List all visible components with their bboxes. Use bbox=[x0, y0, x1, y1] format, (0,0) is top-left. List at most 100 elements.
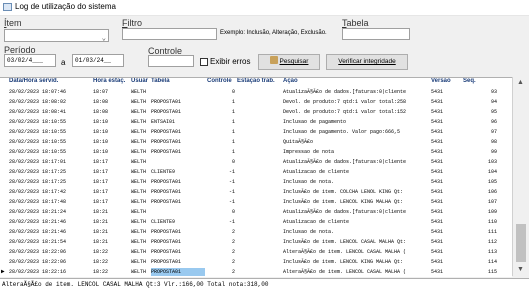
table-row[interactable]: 28/02/2023 18:22:16 18:22 WELTH PROPOSTA01 2… bbox=[0, 268, 512, 276]
cell-seq: 111 bbox=[487, 229, 497, 235]
cell-usuario: WELTH bbox=[131, 89, 147, 95]
cell-usuario: WELTH bbox=[131, 139, 147, 145]
cell-acao: Atualizacao de cliente bbox=[283, 219, 350, 225]
table-row[interactable]: 28/02/2023 18:10:55 18:10 WELTH ENTSAI01 1 In… bbox=[0, 118, 512, 126]
table-row[interactable]: 28/02/2023 18:07:46 18:07 WELTH 0 AtualizaÃ§… bbox=[0, 88, 512, 96]
col-header-tabela[interactable]: Tabela bbox=[151, 78, 170, 87]
cell-versao: 5431 bbox=[431, 209, 444, 215]
scroll-thumb[interactable] bbox=[516, 224, 526, 262]
table-row[interactable]: 28/02/2023 18:17:01 18:17 WELTH 0 AtualizaÃ§… bbox=[0, 158, 512, 166]
cell-acao: Devol. de produto:7 qtd:1 valor total:15… bbox=[283, 109, 407, 115]
cell-controle: -1 bbox=[228, 169, 235, 175]
cell-hora-estacao: 18:22 bbox=[93, 259, 109, 265]
col-header-hora-estacao[interactable]: Hora estaç. bbox=[93, 78, 125, 87]
cell-data-hora: 28/02/2023 18:22:06 bbox=[9, 259, 67, 265]
exibir-erros-checkbox[interactable] bbox=[200, 58, 208, 66]
cell-data-hora: 28/02/2023 18:22:06 bbox=[9, 249, 67, 255]
cell-seq: 107 bbox=[487, 199, 497, 205]
cell-acao: Inclusao de nota. bbox=[283, 229, 335, 235]
verificar-integridade-button[interactable]: Verificar integridade bbox=[326, 54, 408, 70]
cell-tabela: PROPOSTA01 bbox=[151, 179, 182, 185]
cell-hora-estacao: 18:21 bbox=[93, 219, 109, 225]
cell-hora-estacao: 18:07 bbox=[93, 89, 109, 95]
exibir-erros-label: Exibir erros bbox=[210, 57, 251, 66]
cell-versao: 5431 bbox=[431, 99, 444, 105]
table-row[interactable]: 28/02/2023 18:22:06 18:22 WELTH PROPOSTA01 2… bbox=[0, 248, 512, 256]
tabela-input[interactable] bbox=[342, 28, 410, 40]
window-title: Log de utilização do sistema bbox=[15, 2, 116, 11]
cell-usuario: WELTH bbox=[131, 189, 147, 195]
table-row[interactable]: 28/02/2023 18:21:24 18:21 WELTH 0 AtualizaÃ§… bbox=[0, 208, 512, 216]
table-row[interactable]: 28/02/2023 18:17:48 18:17 WELTH PROPOSTA01 -… bbox=[0, 198, 512, 206]
cell-seq: 99 bbox=[490, 149, 497, 155]
cell-acao: QuitaÃ§Ã£o bbox=[283, 139, 314, 145]
filtro-input[interactable] bbox=[122, 28, 217, 40]
chevron-down-icon[interactable]: ⌄ bbox=[102, 34, 106, 41]
cell-hora-estacao: 18:17 bbox=[93, 169, 109, 175]
table-row[interactable]: 28/02/2023 18:10:55 18:10 WELTH PROPOSTA01 1… bbox=[0, 148, 512, 156]
table-row[interactable]: 28/02/2023 18:21:54 18:21 WELTH PROPOSTA01 2… bbox=[0, 238, 512, 246]
cell-versao: 5431 bbox=[431, 259, 444, 265]
cell-controle: 2 bbox=[231, 269, 235, 275]
cell-data-hora: 28/02/2023 18:17:48 bbox=[9, 199, 67, 205]
cell-tabela: PROPOSTA01 bbox=[151, 259, 182, 265]
date-separator: a bbox=[61, 58, 66, 67]
table-row[interactable]: 28/02/2023 18:17:25 18:17 WELTH CLIENTE9 -1 A… bbox=[0, 168, 512, 176]
table-row[interactable]: 28/02/2023 18:10:55 18:10 WELTH PROPOSTA01 1… bbox=[0, 138, 512, 146]
col-header-controle[interactable]: Controle bbox=[207, 78, 232, 87]
cell-data-hora: 28/02/2023 18:17:01 bbox=[9, 159, 67, 165]
cell-seq: 103 bbox=[487, 159, 497, 165]
table-row[interactable]: 28/02/2023 18:21:46 18:21 WELTH PROPOSTA01 2… bbox=[0, 228, 512, 236]
cell-data-hora: 28/02/2023 18:21:46 bbox=[9, 229, 67, 235]
cell-tabela: PROPOSTA01 bbox=[151, 149, 182, 155]
table-row[interactable]: 28/02/2023 18:21:46 18:21 WELTH CLIENTE9 -1 A… bbox=[0, 218, 512, 226]
cell-data-hora: 28/02/2023 18:10:55 bbox=[9, 139, 67, 145]
cell-hora-estacao: 18:10 bbox=[93, 139, 109, 145]
cell-tabela: PROPOSTA01 bbox=[151, 199, 182, 205]
table-row[interactable]: 28/02/2023 18:22:06 18:22 WELTH PROPOSTA01 2… bbox=[0, 258, 512, 266]
table-row[interactable]: 28/02/2023 18:08:02 18:08 WELTH PROPOSTA01 1… bbox=[0, 98, 512, 106]
cell-usuario: WELTH bbox=[131, 269, 147, 275]
cell-seq: 114 bbox=[487, 259, 497, 265]
cell-hora-estacao: 18:10 bbox=[93, 149, 109, 155]
controle-input[interactable] bbox=[148, 55, 194, 67]
scroll-down-icon[interactable]: ▼ bbox=[517, 266, 524, 273]
cell-hora-estacao: 18:17 bbox=[93, 179, 109, 185]
pesquisar-button[interactable]: Pesquisar bbox=[258, 54, 320, 70]
col-header-estacao[interactable]: Estação trab. bbox=[237, 78, 275, 87]
cell-seq: 110 bbox=[487, 219, 497, 225]
col-header-data-hora[interactable]: Data/Hora servid. bbox=[9, 78, 58, 87]
col-header-seq[interactable]: Seq. bbox=[463, 78, 476, 87]
detail-textbox[interactable]: AlteraÃ§Ã£o de item. LENCOL CASAL MALHA … bbox=[0, 278, 529, 304]
cell-tabela: PROPOSTA01 bbox=[151, 239, 182, 245]
cell-tabela: PROPOSTA01 bbox=[151, 139, 182, 145]
date-to-input[interactable]: 01/03/24__ bbox=[72, 54, 124, 67]
cell-data-hora: 28/02/2023 18:21:54 bbox=[9, 239, 67, 245]
table-row[interactable]: 28/02/2023 18:08:41 18:08 WELTH PROPOSTA01 1… bbox=[0, 108, 512, 116]
table-row[interactable]: 28/02/2023 18:17:25 18:17 WELTH PROPOSTA01 -… bbox=[0, 178, 512, 186]
pesquisar-label: Pesquisar bbox=[279, 58, 309, 65]
grid-scrollbar[interactable]: ▲ ▼ bbox=[512, 77, 529, 276]
cell-tabela: PROPOSTA01 bbox=[151, 229, 182, 235]
date-from-input[interactable]: 03/02/4___ bbox=[4, 54, 56, 67]
cell-acao: InclusÃ£o de item. LENCOL CASAL MALHA Qt… bbox=[283, 239, 407, 245]
cell-acao: AlteraÃ§Ã£o de item. LENCOL CASAL MALHA … bbox=[283, 269, 407, 275]
cell-controle: 2 bbox=[231, 239, 235, 245]
cell-hora-estacao: 18:08 bbox=[93, 99, 109, 105]
table-row[interactable]: 28/02/2023 18:10:55 18:10 WELTH PROPOSTA01 1… bbox=[0, 128, 512, 136]
col-header-versao[interactable]: Versão bbox=[431, 78, 451, 87]
cell-hora-estacao: 18:21 bbox=[93, 209, 109, 215]
cell-hora-estacao: 18:22 bbox=[93, 269, 109, 275]
cell-seq: 109 bbox=[487, 209, 497, 215]
cell-tabela: PROPOSTA01 bbox=[151, 109, 182, 115]
cell-usuario: WELTH bbox=[131, 239, 147, 245]
scroll-up-icon[interactable]: ▲ bbox=[517, 79, 524, 86]
cell-seq: 94 bbox=[490, 99, 497, 105]
col-header-acao[interactable]: Ação bbox=[283, 78, 298, 87]
log-grid[interactable]: Data/Hora servid. Hora estaç. Usuár Tabe… bbox=[0, 77, 512, 277]
cell-usuario: WELTH bbox=[131, 219, 147, 225]
table-row[interactable]: 28/02/2023 18:17:42 18:17 WELTH PROPOSTA01 -… bbox=[0, 188, 512, 196]
item-combo[interactable]: ⌄ bbox=[4, 29, 109, 42]
cell-controle: 1 bbox=[231, 149, 235, 155]
col-header-usuario[interactable]: Usuár bbox=[131, 78, 148, 87]
